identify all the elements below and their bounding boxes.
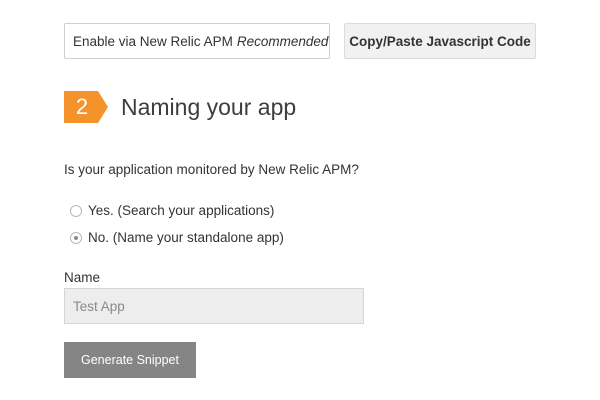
copy-paste-code-label: Copy/Paste Javascript Code bbox=[349, 33, 531, 49]
install-method-options: Enable via New Relic APM Recommended Cop… bbox=[64, 23, 536, 59]
step-header: 2 Naming your app bbox=[64, 91, 296, 123]
radio-no-label: No. (Name your standalone app) bbox=[88, 230, 284, 245]
apm-question: Is your application monitored by New Rel… bbox=[64, 162, 359, 177]
radio-option-no[interactable]: No. (Name your standalone app) bbox=[70, 230, 284, 245]
radio-yes-button[interactable] bbox=[70, 204, 82, 217]
name-field-label: Name bbox=[64, 270, 101, 285]
radio-option-yes[interactable]: Yes. (Search your applications) bbox=[70, 203, 274, 218]
recommended-tag: Recommended bbox=[236, 33, 329, 49]
step-number: 2 bbox=[75, 94, 89, 119]
generate-snippet-button[interactable]: Generate Snippet bbox=[64, 342, 196, 378]
enable-via-apm-option[interactable]: Enable via New Relic APM Recommended bbox=[64, 23, 330, 59]
radio-no-button[interactable] bbox=[70, 231, 82, 244]
step-title: Naming your app bbox=[121, 94, 297, 120]
radio-yes-label: Yes. (Search your applications) bbox=[88, 203, 275, 218]
enable-via-apm-label: Enable via New Relic APM bbox=[73, 33, 233, 49]
app-name-input[interactable] bbox=[64, 288, 364, 324]
step-number-badge: 2 bbox=[64, 91, 108, 123]
copy-paste-code-option[interactable]: Copy/Paste Javascript Code bbox=[344, 23, 536, 59]
page: Enable via New Relic APM Recommended Cop… bbox=[0, 0, 600, 400]
